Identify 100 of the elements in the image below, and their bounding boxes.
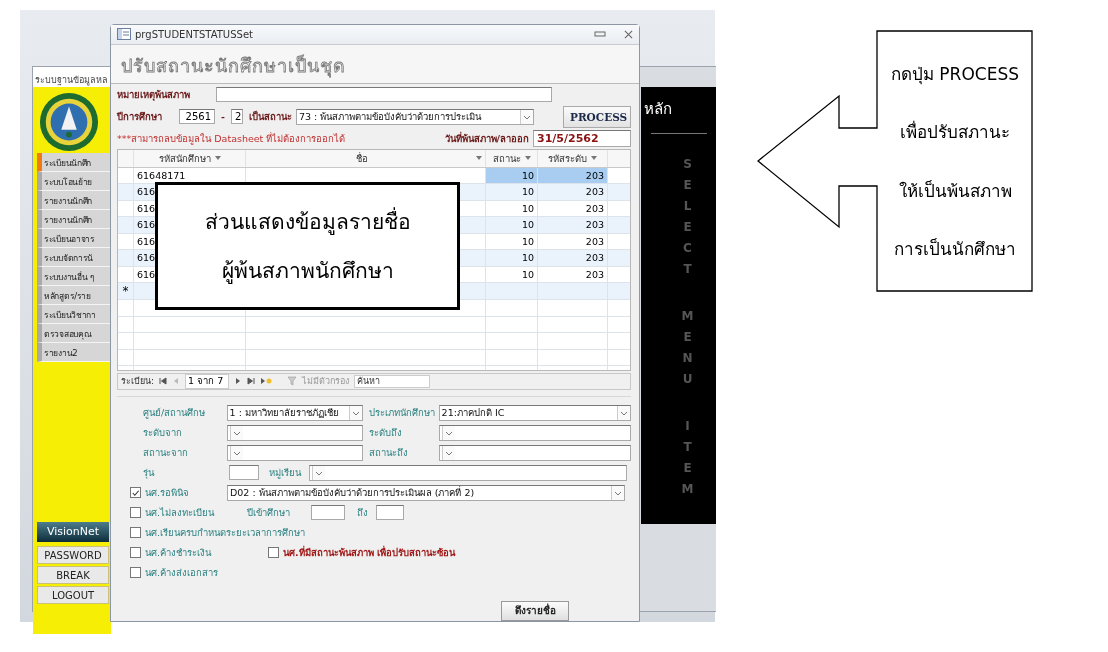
caret-icon	[476, 156, 482, 161]
column-header[interactable]: สถานะ	[486, 149, 538, 167]
table-cell: 203	[585, 235, 604, 247]
checkbox[interactable]	[130, 567, 141, 579]
table-cell: 203	[585, 186, 604, 198]
student-type-dropdown[interactable]: 21:ภาคปกติ IC	[438, 405, 631, 421]
first-record-icon[interactable]	[159, 377, 168, 386]
table-cell: 203	[585, 252, 604, 264]
table-cell: 616	[137, 252, 156, 264]
column-header[interactable]: รหัสระดับ	[538, 149, 608, 167]
menu-item[interactable]: ระเบียนนักศึก	[37, 153, 111, 172]
status-to-dropdown[interactable]	[438, 445, 631, 461]
reason-dropdown[interactable]: D02 : พ้นสภาพตามข้อบังคับว่าด้วยการประเมินผล (ภาคที่ 2)	[227, 485, 625, 501]
table-cell: 203	[585, 169, 604, 181]
table-cell: 10	[521, 268, 534, 280]
level-from-dropdown[interactable]	[226, 425, 363, 441]
sidebar-button[interactable]: LOGOUT	[37, 586, 109, 604]
table-cell: 616	[137, 219, 156, 231]
window-title: prgSTUDENTSTATUSSet	[135, 29, 253, 40]
form-icon	[117, 28, 131, 41]
callout-text: การเป็นนักศึกษา	[894, 237, 1016, 262]
remark-field[interactable]	[216, 87, 552, 103]
hint-text: ***สามารถลบข้อมูลใน Datasheet ที่ไม่ต้องการออกได้	[117, 131, 346, 147]
field-label: เป็นสถานะ	[248, 109, 292, 125]
separator-text: -	[221, 111, 225, 123]
sidebar-button[interactable]: PASSWORD	[37, 546, 109, 564]
brand-logo: VisionNet	[37, 522, 109, 542]
table-cell: 10	[521, 219, 534, 231]
search-field[interactable]: ค้นหา	[354, 375, 431, 388]
callout-text: กดปุ่ม PROCESS	[890, 62, 1019, 87]
new-record-icon[interactable]	[260, 377, 273, 386]
sidebar-button[interactable]: BREAK	[37, 566, 109, 584]
close-icon[interactable]	[624, 30, 633, 39]
dropdown-value: 73 : พ้นสภาพตามข้อบังคับว่าด้วยการประเมิน	[298, 110, 482, 125]
panel-title: หลัก	[643, 99, 672, 120]
status-dropdown[interactable]: 73 : พ้นสภาพตามข้อบังคับว่าด้วยการประเมิน	[295, 108, 534, 125]
callout-text: ผู้พ้นสภาพนักศึกษา	[221, 258, 394, 286]
emblem-icon	[38, 91, 100, 153]
checkbox-label: นศ.ค้างชำระเงิน	[145, 546, 213, 561]
table-cell: 616	[137, 202, 156, 214]
year-from-field[interactable]	[311, 505, 345, 521]
cohort-field[interactable]	[229, 465, 259, 481]
field-label: ปีการศึกษา	[117, 110, 163, 125]
new-row-marker: *	[122, 284, 129, 299]
menu-item[interactable]: ตรวจสอบคุณ	[37, 324, 111, 343]
window-title: ระบบฐานข้อมูลหล	[33, 67, 111, 87]
field-label: สถานะถึง	[367, 446, 409, 461]
menu-item[interactable]: ระบบโอนย้าย	[37, 172, 111, 191]
campus-dropdown[interactable]: 1 : มหาวิทยาลัยราชภัฏเชีย	[226, 405, 363, 421]
navigator-label: ระเบียน:	[121, 375, 155, 389]
checkbox[interactable]	[268, 547, 279, 559]
menu-item[interactable]: ระเบียนอาจาร	[37, 229, 111, 248]
level-to-dropdown[interactable]	[438, 425, 631, 441]
checkbox-label: นศ.ที่มีสถานะพ้นสภาพ เพื่อปรับสถานะซ้อน	[283, 545, 455, 561]
checkbox[interactable]	[130, 547, 141, 559]
status-from-dropdown[interactable]	[226, 445, 363, 461]
year-to-field[interactable]	[376, 505, 404, 521]
table-cell: 616	[137, 268, 156, 280]
checkbox[interactable]	[130, 487, 141, 499]
section-dropdown[interactable]	[309, 465, 627, 481]
table-cell: 203	[585, 219, 604, 231]
column-header[interactable]: รหัสนักศึกษา	[134, 149, 246, 167]
banner-word: ITEM	[681, 418, 694, 498]
checkbox[interactable]	[130, 507, 141, 519]
date-field[interactable]: 31/5/2562	[533, 130, 631, 148]
caret-icon	[591, 156, 597, 161]
checkbox-label: นศ.เรียนครบกำหนดระยะเวลาการศึกษา	[145, 526, 306, 541]
field-label: หมู่เรียน	[268, 466, 303, 481]
banner-word: MENU	[681, 308, 694, 388]
menu-item[interactable]: ระเบียนวิชากา	[37, 305, 111, 324]
menu-item[interactable]: รายงานนักศึก	[37, 191, 111, 210]
checkbox[interactable]	[130, 527, 141, 539]
process-button[interactable]: PROCESS	[563, 105, 631, 128]
menu-item[interactable]: รายงานนักศึก	[37, 210, 111, 229]
menu-item[interactable]: หลักสูตร/ราย	[37, 286, 111, 305]
term-field[interactable]: 2	[230, 109, 243, 125]
checkbox-label: นศ.รอพินิจ	[145, 486, 191, 501]
checkbox-label: นศ.ไม่ลงทะเบียน	[145, 506, 216, 521]
caret-icon	[524, 156, 531, 161]
table-cell: 203	[585, 268, 604, 280]
menu-item[interactable]: ระบบงานอื่น ๆ	[37, 267, 111, 286]
table-cell: 10	[521, 252, 534, 264]
callout-text: ให้เป็นพ้นสภาพ	[898, 179, 1012, 203]
record-position-field[interactable]: 1 จาก 7	[185, 374, 230, 389]
table-cell: 616	[137, 235, 156, 247]
table-cell: 10	[521, 202, 534, 214]
field-label: ปีเข้าศึกษา	[247, 506, 291, 521]
minimize-icon[interactable]	[594, 30, 606, 39]
menu-item[interactable]: ระบบจัดการนั	[37, 248, 111, 267]
field-label: ระดับถึง	[367, 426, 403, 441]
year-field[interactable]: 2561	[179, 109, 215, 125]
table-cell: 61648171	[137, 169, 186, 181]
checkbox-label: นศ.ค้างส่งเอกสาร	[145, 566, 219, 581]
menu-item[interactable]: รายงาน2	[37, 343, 111, 362]
column-header[interactable]: ชื่อ	[246, 149, 486, 167]
fetch-names-button[interactable]: ดึงรายชื่อ	[501, 601, 569, 621]
dropdown-value: 21:ภาคปกติ IC	[441, 406, 505, 421]
last-record-icon[interactable]	[247, 377, 256, 386]
field-label: ระดับจาก	[142, 426, 183, 441]
banner-word: SELECT	[682, 156, 693, 278]
